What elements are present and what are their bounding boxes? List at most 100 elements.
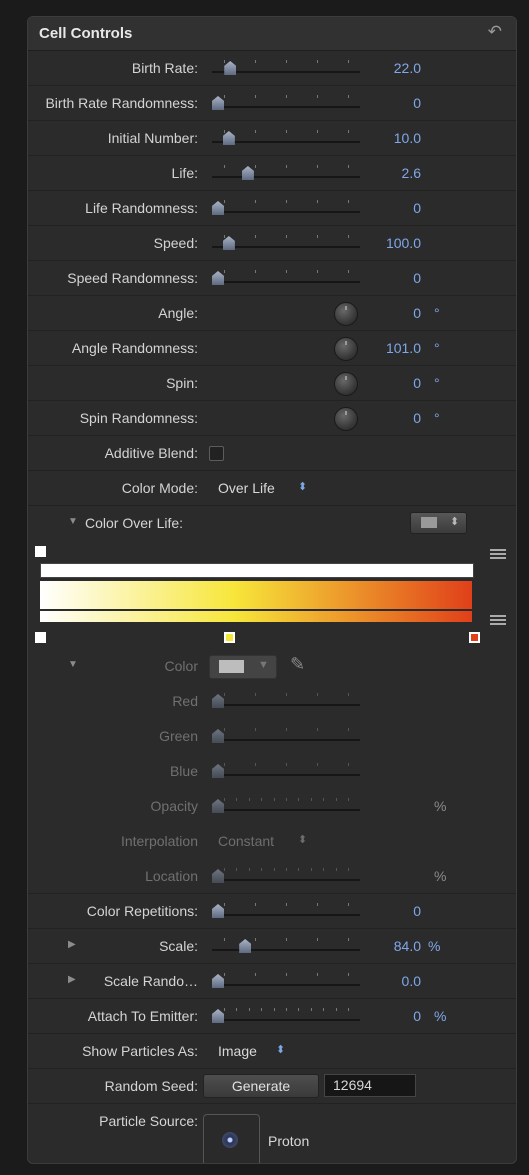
color-tag-start[interactable] bbox=[35, 632, 46, 643]
speed-value[interactable]: 100.0 bbox=[386, 235, 421, 251]
opacity-tag[interactable] bbox=[35, 546, 46, 557]
slider-thumb[interactable] bbox=[224, 61, 237, 75]
slider-thumb[interactable] bbox=[241, 166, 254, 180]
slider-tick bbox=[248, 868, 250, 871]
life-slider[interactable] bbox=[212, 164, 360, 184]
angle-randomness-dial[interactable] bbox=[334, 337, 358, 361]
spin-randomness-value[interactable]: 0 bbox=[413, 410, 421, 426]
slider-track[interactable] bbox=[212, 774, 360, 776]
color-repetitions-value[interactable]: 0 bbox=[413, 903, 421, 919]
color-tag-middle[interactable] bbox=[224, 632, 235, 643]
birth-rate-randomness-value[interactable]: 0 bbox=[413, 95, 421, 111]
random-seed-field[interactable]: 12694 bbox=[324, 1074, 416, 1097]
life-randomness-value[interactable]: 0 bbox=[413, 200, 421, 216]
slider-track[interactable] bbox=[212, 879, 360, 881]
scale-slider[interactable] bbox=[212, 937, 360, 957]
slider-track[interactable] bbox=[212, 914, 360, 916]
slider-tick bbox=[224, 868, 225, 871]
slider-track[interactable] bbox=[212, 949, 360, 951]
disclosure-triangle-closed-icon[interactable]: ▶ bbox=[68, 974, 76, 985]
slider-track[interactable] bbox=[212, 106, 360, 108]
color-repetitions-slider[interactable] bbox=[212, 902, 360, 922]
initial-number-value[interactable]: 10.0 bbox=[394, 130, 421, 146]
birth-rate-value[interactable]: 22.0 bbox=[394, 60, 421, 76]
disclosure-triangle-closed-icon[interactable]: ▶ bbox=[68, 939, 76, 950]
slider-thumb[interactable] bbox=[212, 694, 224, 708]
blue-label: Blue bbox=[169, 763, 198, 779]
color-gradient-bar[interactable] bbox=[40, 581, 472, 609]
color-well[interactable]: ▼ bbox=[209, 655, 277, 679]
slider-thumb[interactable] bbox=[239, 939, 252, 953]
angle-randomness-value[interactable]: 101.0 bbox=[386, 340, 421, 356]
green-slider[interactable] bbox=[212, 727, 360, 747]
slider-thumb[interactable] bbox=[212, 904, 224, 918]
slider-thumb[interactable] bbox=[212, 869, 224, 883]
color-tag-end[interactable] bbox=[469, 632, 480, 643]
generate-button[interactable]: Generate bbox=[203, 1074, 319, 1098]
slider-thumb[interactable] bbox=[212, 271, 224, 285]
life-randomness-slider[interactable] bbox=[212, 199, 360, 219]
spin-randomness-dial[interactable] bbox=[334, 407, 358, 431]
additive-blend-checkbox[interactable] bbox=[209, 446, 224, 461]
spin-dial[interactable] bbox=[334, 372, 358, 396]
initial-number-slider[interactable] bbox=[212, 129, 360, 149]
slider-track[interactable] bbox=[212, 809, 360, 811]
disclosure-triangle-open-icon[interactable]: ▼ bbox=[68, 659, 78, 670]
slider-thumb[interactable] bbox=[212, 96, 224, 110]
interpolation-popup[interactable]: Constant bbox=[218, 833, 274, 849]
slider-thumb[interactable] bbox=[212, 729, 224, 743]
gradient-menu-icon[interactable] bbox=[490, 615, 506, 628]
opacity-slider[interactable] bbox=[212, 797, 360, 817]
life-value[interactable]: 2.6 bbox=[402, 165, 421, 181]
speed-slider[interactable] bbox=[212, 234, 360, 254]
slider-track[interactable] bbox=[212, 739, 360, 741]
scale-randomness-value[interactable]: 0.0 bbox=[402, 973, 421, 989]
slider-thumb[interactable] bbox=[212, 1009, 224, 1023]
slider-track[interactable] bbox=[212, 176, 360, 178]
spin-value[interactable]: 0 bbox=[413, 375, 421, 391]
slider-thumb[interactable] bbox=[222, 236, 235, 250]
blue-slider[interactable] bbox=[212, 762, 360, 782]
birth-rate-slider[interactable] bbox=[212, 59, 360, 79]
birth-rate-randomness-slider[interactable] bbox=[212, 94, 360, 114]
slider-track[interactable] bbox=[212, 984, 360, 986]
show-particles-as-popup[interactable]: Image bbox=[218, 1043, 257, 1059]
slider-tick bbox=[310, 1008, 312, 1011]
particle-source-well[interactable] bbox=[203, 1114, 260, 1163]
location-slider[interactable] bbox=[212, 867, 360, 887]
slider-thumb[interactable] bbox=[212, 974, 224, 988]
revert-arrow-icon[interactable]: ↶ bbox=[488, 22, 502, 42]
attach-to-emitter-value[interactable]: 0 bbox=[413, 1008, 421, 1024]
slider-tick bbox=[255, 728, 256, 731]
angle-value[interactable]: 0 bbox=[413, 305, 421, 321]
slider-track[interactable] bbox=[212, 281, 360, 283]
disclosure-triangle-open-icon[interactable]: ▼ bbox=[68, 516, 78, 527]
eyedropper-icon[interactable]: ✎ bbox=[290, 654, 305, 675]
scale-value[interactable]: 84.0 bbox=[394, 938, 421, 954]
spin-row: Spin: 0 ° bbox=[28, 366, 516, 401]
speed-randomness-value[interactable]: 0 bbox=[413, 270, 421, 286]
gradient-menu-icon[interactable] bbox=[490, 549, 506, 562]
red-slider[interactable] bbox=[212, 692, 360, 712]
gradient-preset-button[interactable]: ⬍ bbox=[410, 512, 467, 534]
up-down-arrows-icon[interactable]: ⬍ bbox=[298, 480, 307, 493]
speed-randomness-slider[interactable] bbox=[212, 269, 360, 289]
slider-track[interactable] bbox=[212, 211, 360, 213]
attach-to-emitter-slider[interactable] bbox=[212, 1007, 360, 1027]
angle-dial[interactable] bbox=[334, 302, 358, 326]
slider-thumb[interactable] bbox=[212, 764, 224, 778]
slider-thumb[interactable] bbox=[212, 799, 224, 813]
up-down-arrows-icon[interactable]: ⬍ bbox=[276, 1043, 285, 1056]
up-down-arrows-icon[interactable]: ⬍ bbox=[298, 833, 307, 846]
slider-tick bbox=[286, 938, 287, 941]
slider-tick bbox=[348, 763, 349, 766]
slider-thumb[interactable] bbox=[212, 201, 224, 215]
slider-tick bbox=[348, 868, 349, 871]
opacity-bar[interactable] bbox=[40, 563, 474, 578]
slider-tick bbox=[224, 938, 225, 941]
slider-thumb[interactable] bbox=[222, 131, 235, 145]
color-mode-popup[interactable]: Over Life bbox=[218, 480, 275, 496]
scale-randomness-slider[interactable] bbox=[212, 972, 360, 992]
slider-track[interactable] bbox=[212, 1019, 360, 1021]
slider-track[interactable] bbox=[212, 704, 360, 706]
